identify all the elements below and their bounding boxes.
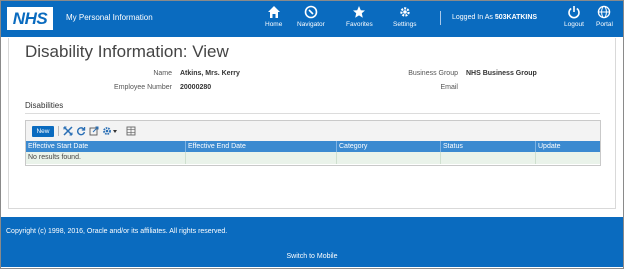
employee-number-value: 20000280	[180, 84, 212, 91]
nav-favorites-label: Favorites	[346, 21, 373, 28]
new-button[interactable]: New	[32, 126, 54, 137]
column-header-update[interactable]: Update	[536, 141, 600, 152]
username: 503KATKINS	[494, 14, 538, 21]
switch-to-mobile-link[interactable]: Switch to Mobile	[1, 253, 623, 260]
section-title-disabilities: Disabilities	[25, 101, 64, 110]
nav-settings-button[interactable]: Settings	[393, 5, 417, 28]
app-title: My Personal Information	[66, 13, 153, 22]
nav-navigator-button[interactable]: Navigator	[297, 5, 325, 28]
table-cell	[536, 152, 600, 164]
favorites-star-icon	[346, 5, 373, 21]
nav-favorites-button[interactable]: Favorites	[346, 5, 373, 28]
portal-button[interactable]: Portal	[596, 5, 613, 28]
table-row: No results found.	[26, 152, 600, 164]
logged-in-prefix: Logged In As	[452, 14, 493, 21]
copyright-text: Copyright (c) 1998, 2016, Oracle and/or …	[6, 228, 228, 235]
table-header-row: Effective Start Date Effective End Date …	[26, 141, 600, 152]
nav-home-label: Home	[265, 21, 283, 28]
page-footer: Copyright (c) 1998, 2016, Oracle and/or …	[1, 217, 623, 267]
portal-label: Portal	[596, 21, 613, 28]
page-title: Disability Information: View	[25, 42, 229, 61]
section-divider	[25, 113, 600, 114]
settings-gear-icon	[393, 5, 417, 21]
name-label: Name	[153, 70, 172, 77]
detach-icon[interactable]	[63, 126, 73, 136]
nhs-logo[interactable]: NHS	[7, 7, 53, 30]
nav-home-button[interactable]: Home	[265, 5, 282, 28]
table-cell	[337, 152, 441, 164]
toolbar-divider	[58, 126, 59, 136]
navigator-icon	[297, 5, 325, 21]
disabilities-table: New Effective Start Date Effective End D…	[25, 120, 601, 166]
actions-gear-icon[interactable]	[102, 126, 118, 136]
table-cell	[186, 152, 337, 164]
column-header-status[interactable]: Status	[441, 141, 536, 152]
columns-icon[interactable]	[126, 126, 136, 136]
business-group-label: Business Group	[408, 70, 458, 77]
employee-number-label: Employee Number	[114, 84, 172, 91]
nav-settings-label: Settings	[393, 21, 417, 28]
table-toolbar: New	[26, 121, 600, 142]
power-icon	[564, 5, 584, 21]
column-header-effective-end-date[interactable]: Effective End Date	[186, 141, 337, 152]
logout-button[interactable]: Logout	[564, 5, 584, 28]
column-header-category[interactable]: Category	[337, 141, 441, 152]
home-icon	[265, 5, 282, 21]
column-header-effective-start-date[interactable]: Effective Start Date	[26, 141, 186, 152]
empty-results-message: No results found.	[26, 152, 186, 164]
email-label: Email	[440, 84, 458, 91]
export-icon[interactable]	[89, 126, 99, 136]
global-header: NHS My Personal Information Home Navigat…	[1, 1, 623, 37]
business-group-value: NHS Business Group	[466, 70, 537, 77]
globe-icon	[596, 5, 613, 21]
logout-label: Logout	[564, 21, 584, 28]
table-cell	[441, 152, 536, 164]
header-divider	[440, 11, 441, 25]
nav-navigator-label: Navigator	[297, 21, 325, 28]
logged-in-status: Logged In As 503KATKINS	[452, 14, 537, 21]
name-value: Atkins, Mrs. Kerry	[180, 70, 240, 77]
refresh-icon[interactable]	[76, 126, 86, 136]
